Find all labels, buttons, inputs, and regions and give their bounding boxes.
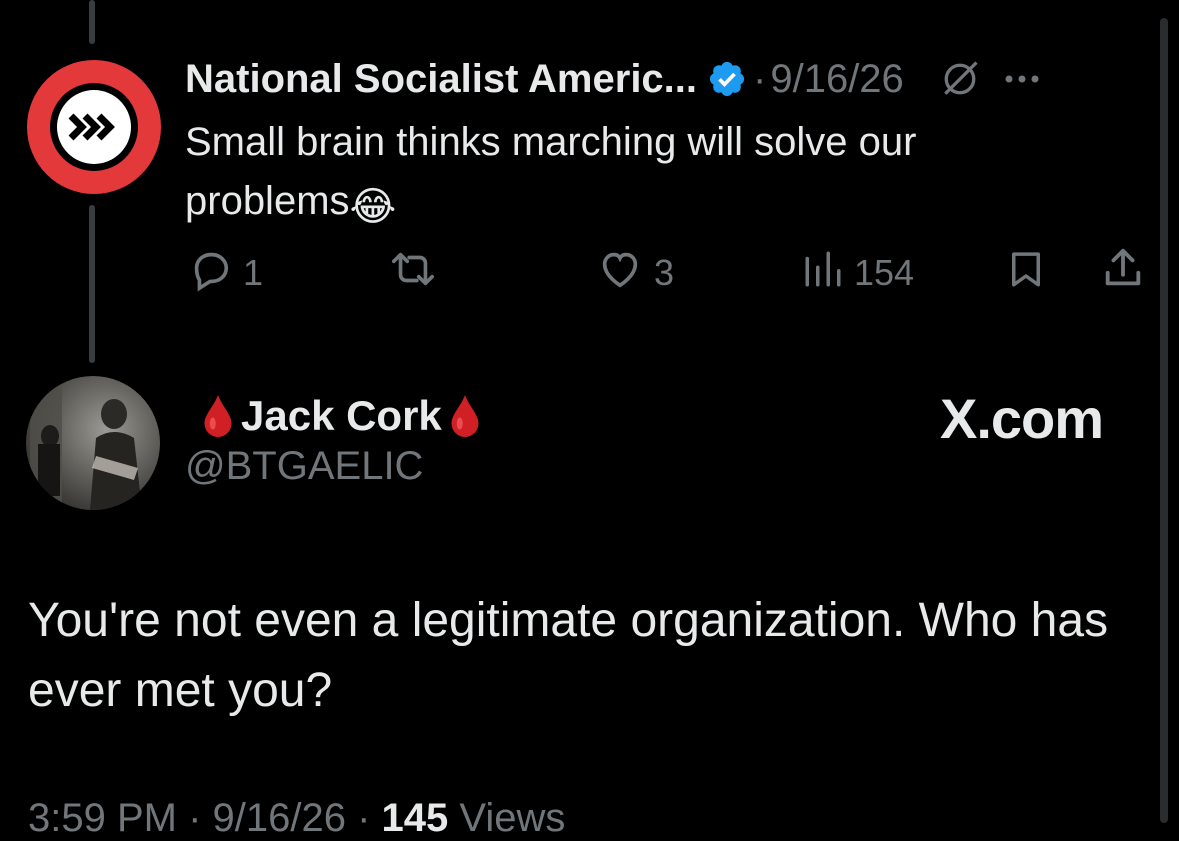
bookmark-button[interactable] [1005,248,1047,298]
grok-icon[interactable] [938,57,982,101]
author-avatar[interactable] [27,60,161,194]
reply-author-name-row[interactable]: Jack Cork [195,388,488,444]
reply-author-name[interactable]: Jack Cork [241,392,442,440]
retweet-icon [388,246,438,301]
blood-drop-icon [203,393,233,439]
like-count: 3 [654,252,675,293]
thread-connector-top [89,0,95,44]
retweet-button[interactable] [388,248,438,298]
views-icon [802,248,844,299]
bookmark-icon [1005,246,1047,301]
tweet-header: National Socialist Americ... · 9/16/26 [185,54,1040,104]
views-button[interactable]: 154 [802,248,914,298]
laughing-emoji: 😂 [349,185,397,229]
reply-count: 1 [243,252,264,293]
reply-views-count: 145 [381,796,449,840]
reply-meta: 3:59 PM · 9/16/26 · 145 Views [28,796,565,841]
author-name[interactable]: National Socialist Americ... [185,57,697,102]
reply-author-avatar[interactable] [26,376,160,510]
reply-text: You're not even a legitimate organizatio… [28,594,1109,717]
reply-icon [187,246,233,301]
reply-author-handle[interactable]: @BTGAELIC [185,444,423,489]
tweet-text-body: Small brain thinks marching will solve o… [185,120,917,223]
tweet-date[interactable]: 9/16/26 [770,57,903,102]
like-icon [596,246,644,301]
like-button[interactable]: 3 [596,248,674,298]
views-count: 154 [854,252,915,293]
reply-timestamp[interactable]: 3:59 PM · 9/16/26 · [28,796,382,840]
reply-button[interactable]: 1 [187,248,263,298]
scrollbar[interactable] [1160,18,1168,823]
reply-views-label: Views [448,796,566,840]
verified-badge-icon[interactable] [707,59,747,99]
share-button[interactable] [1100,248,1146,298]
blood-drop-icon [450,393,480,439]
thread-connector-bottom [89,205,95,363]
separator-dot: · [753,56,767,101]
chevrons-logo-icon [50,83,138,171]
share-icon [1100,246,1146,301]
x-com-watermark: X.com [940,387,1104,450]
more-icon[interactable] [1004,73,1040,85]
tweet-text: Small brain thinks marching will solve o… [185,113,1065,237]
